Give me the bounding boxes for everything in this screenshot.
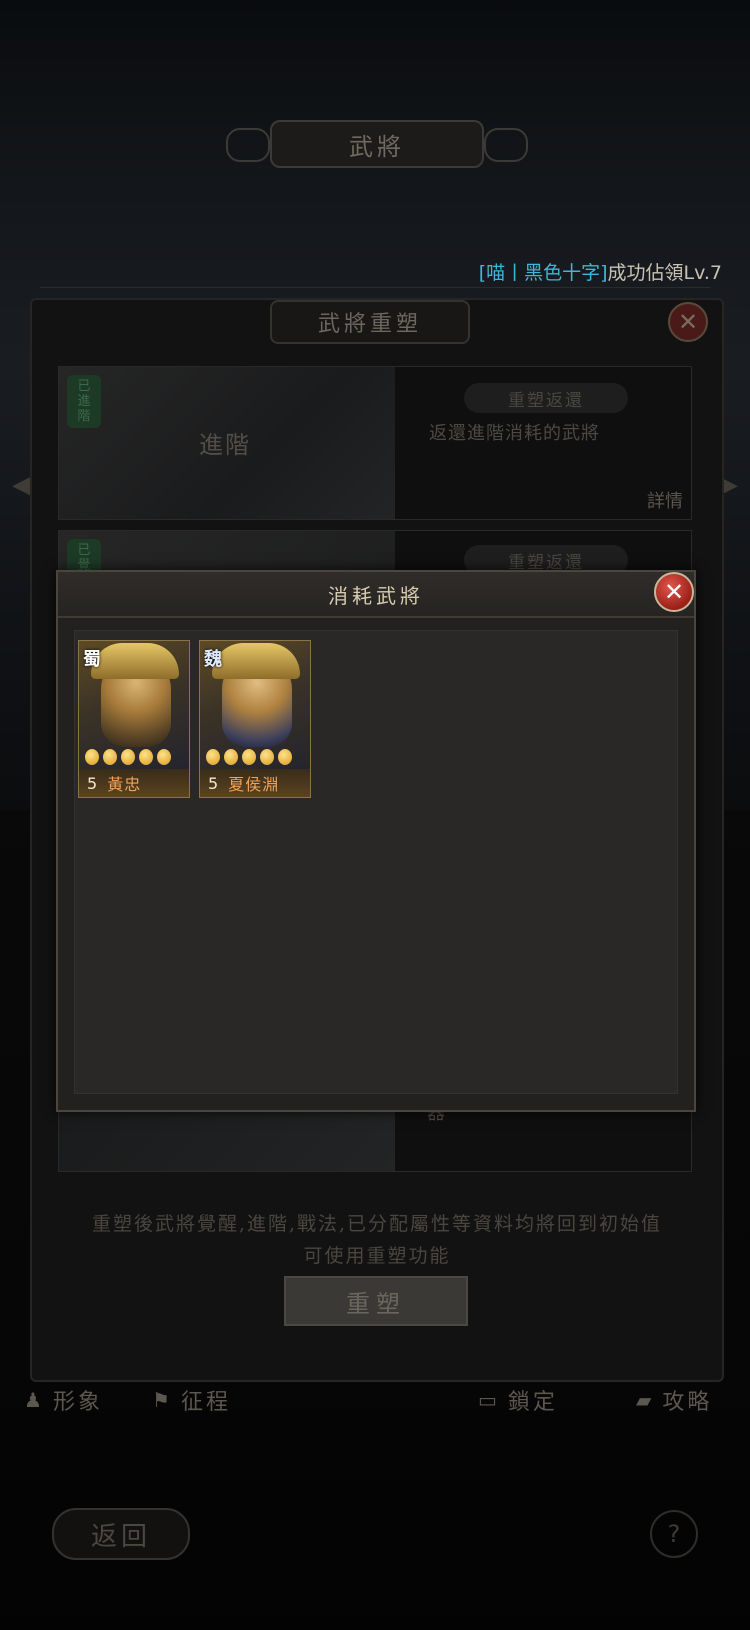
page-title: 武將 [226,120,528,168]
rebuild-button[interactable]: 重塑 [284,1276,468,1326]
star-icon [139,749,153,765]
nav-image[interactable]: ♟ 形象 [24,1384,103,1416]
nav-journey-label: 征程 [180,1390,231,1415]
rebuild-note: 重塑後武將覺醒,進階,戰法,已分配屬性等資料均將回到初始值 可使用重塑功能 [62,1208,692,1272]
rebuild-card-advance: 已進階 進階 重塑返還 返還進階消耗的武將 詳情 [58,366,692,520]
chevron-left-icon[interactable]: ◀ [12,470,32,500]
hero-name: 夏侯淵 [228,775,280,794]
hero-stars [85,749,171,765]
panel-close-icon[interactable]: ✕ [668,302,708,342]
broadcast-divider [40,287,710,288]
figure-icon: ♟ [24,1388,45,1412]
nav-guide-label: 攻略 [662,1390,713,1415]
star-icon [206,749,220,765]
star-icon [85,749,99,765]
star-icon [224,749,238,765]
details-link[interactable]: 詳情 [647,487,683,513]
rebuild-panel-title-text: 武將重塑 [317,312,422,337]
return-pill: 重塑返還 [464,383,628,413]
star-icon [121,749,135,765]
hero-card-huang-zhong[interactable]: 蜀 5 黃忠 [78,640,190,798]
nav-journey[interactable]: ⚑ 征程 [152,1384,231,1416]
star-icon [242,749,256,765]
nav-lock[interactable]: ▭ 鎖定 [478,1384,558,1416]
helmet-art [212,643,300,679]
nav-guide[interactable]: ▰ 攻略 [636,1384,712,1416]
card-description: 返還進階消耗的武將 [429,423,600,444]
lock-icon: ▭ [478,1388,500,1412]
helmet-art [91,643,179,679]
back-button[interactable]: 返回 [52,1508,190,1560]
hero-namebar: 5 夏侯淵 [200,769,310,797]
help-icon[interactable]: ? [650,1510,698,1558]
nav-image-label: 形象 [52,1390,103,1415]
rebuild-panel-title: 武將重塑 [270,300,470,344]
faction-label: 蜀 [83,649,101,670]
star-icon [260,749,274,765]
hero-stars [206,749,292,765]
status-badge: 已進階 [67,375,101,428]
card-art-label: 進階 [199,431,251,459]
hero-level: 5 [208,773,219,793]
hero-name: 黃忠 [107,775,142,794]
modal-header: 消耗武將 [58,572,694,618]
hero-level: 5 [87,773,98,793]
hero-namebar: 5 黃忠 [79,769,189,797]
close-icon[interactable]: ✕ [654,572,694,612]
rebuild-note-line1: 重塑後武將覺醒,進階,戰法,已分配屬性等資料均將回到初始值 [91,1213,663,1235]
star-icon [157,749,171,765]
book-icon: ▰ [636,1388,655,1412]
faction-label: 魏 [204,649,222,670]
hero-card-xiahou-yuan[interactable]: 魏 5 夏侯淵 [199,640,311,798]
star-icon [103,749,117,765]
broadcast-message: [喵丨黑色十字]成功佔領Lv.7 [479,258,722,285]
broadcast-text: 成功佔領Lv.7 [607,262,722,284]
rebuild-note-line2: 可使用重塑功能 [303,1245,451,1267]
flag-icon: ⚑ [152,1388,173,1412]
nav-lock-label: 鎖定 [507,1390,558,1415]
star-icon [278,749,292,765]
broadcast-player-name: [喵丨黑色十字] [478,262,608,284]
page-title-text: 武將 [349,132,405,161]
modal-title: 消耗武將 [328,583,424,608]
